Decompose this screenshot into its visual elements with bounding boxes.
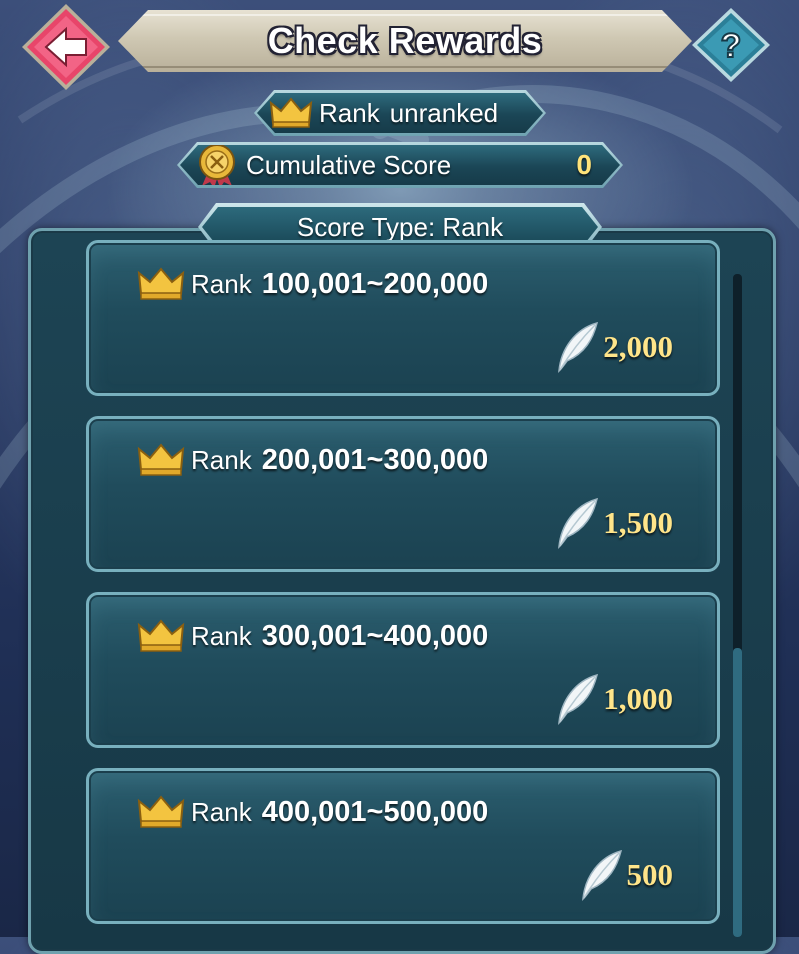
help-icon: ? [692, 8, 770, 82]
back-arrow-icon [22, 4, 110, 90]
title-banner: Check Rewards [118, 10, 692, 72]
reward-rank-range: 300,001~400,000 [261, 619, 489, 652]
reward-rank-range: 100,001~200,000 [261, 267, 489, 300]
cumulative-score: Cumulative Score 0 [180, 145, 620, 185]
crown-icon [137, 619, 185, 652]
reward-rank-range: 400,001~500,000 [261, 795, 489, 828]
reward-card: Rank 200,001~300,000 1,500 [86, 416, 720, 572]
reward-card: Rank 300,001~400,000 1,000 [86, 592, 720, 748]
reward-card: Rank 400,001~500,000 500 [86, 768, 720, 924]
reward-amount: 1,000 [603, 681, 673, 716]
scrollbar-thumb[interactable] [733, 648, 742, 937]
page-title: Check Rewards [267, 20, 543, 61]
reward-rank-label: Rank [191, 444, 252, 475]
reward-card: Rank 100,001~200,000 2,000 [86, 240, 720, 396]
medal-icon [194, 142, 240, 188]
feather-icon [558, 497, 599, 549]
score-value: 0 [576, 149, 592, 180]
reward-rank-label: Rank [191, 620, 252, 651]
score-type-label: Score Type: Rank [296, 211, 504, 242]
feather-icon [558, 321, 599, 373]
reward-amount: 500 [626, 857, 674, 892]
rank-status: Rank unranked [257, 93, 543, 133]
crown-icon [137, 267, 185, 300]
reward-rank-label: Rank [191, 268, 252, 299]
reward-rank-range: 200,001~300,000 [261, 443, 489, 476]
help-button[interactable]: ? [690, 6, 772, 84]
crown-icon [269, 97, 313, 129]
svg-text:?: ? [721, 27, 742, 65]
feather-icon [581, 849, 622, 901]
score-label: Cumulative Score [246, 149, 452, 180]
rank-value: unranked [389, 97, 499, 128]
reward-amount: 1,500 [603, 505, 673, 540]
reward-rank-label: Rank [191, 796, 252, 827]
crown-icon [137, 443, 185, 476]
rank-label: Rank [319, 97, 380, 128]
back-button[interactable] [20, 2, 112, 92]
crown-icon [137, 795, 185, 828]
reward-amount: 2,000 [603, 329, 673, 364]
feather-icon [558, 673, 599, 725]
